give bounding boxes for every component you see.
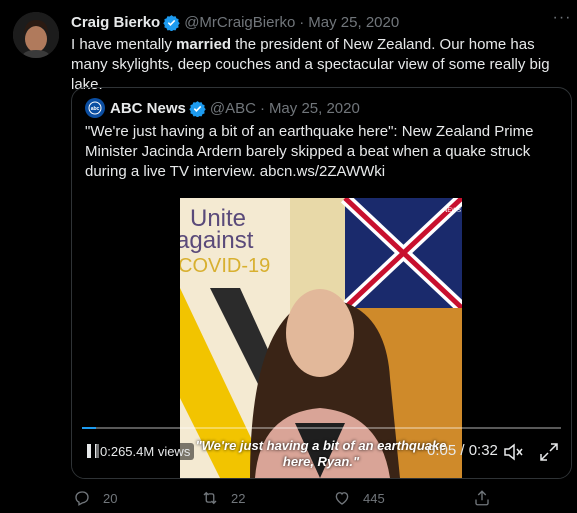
author-name[interactable]: Craig Bierko bbox=[71, 14, 160, 31]
retweet-button[interactable]: 22 bbox=[201, 487, 245, 509]
reply-icon bbox=[75, 491, 89, 506]
avatar[interactable] bbox=[13, 12, 59, 58]
tweet[interactable]: Craig Bierko @MrCraigBierko · May 25, 20… bbox=[0, 0, 577, 513]
like-count: 445 bbox=[363, 490, 385, 506]
view-count: 0:265.4M views bbox=[96, 443, 195, 460]
video-progress-bar[interactable] bbox=[82, 427, 561, 429]
like-button[interactable]: 445 bbox=[333, 487, 385, 509]
quote-author-name[interactable]: ABC News bbox=[110, 100, 186, 117]
quote-header: abc ABC News @ABC · May 25, 2020 bbox=[85, 98, 360, 118]
separator: · bbox=[259, 99, 265, 117]
author-handle[interactable]: @MrCraigBierko bbox=[184, 14, 295, 31]
quote-date[interactable]: May 25, 2020 bbox=[269, 100, 360, 117]
video-player[interactable]: Unite against COVID-19 NEWS "We're just … bbox=[72, 198, 571, 478]
fullscreen-icon[interactable] bbox=[538, 441, 560, 463]
more-icon[interactable]: ··· bbox=[552, 10, 572, 29]
video-time: 0:05 / 0:32 bbox=[427, 442, 498, 459]
tweet-text: I have mentally married the president of… bbox=[71, 36, 550, 93]
quote-text: "We're just having a bit of an earthquak… bbox=[85, 123, 534, 180]
verified-badge-icon bbox=[189, 100, 206, 117]
share-icon bbox=[475, 490, 489, 506]
tweet-actions: 20 22 445 bbox=[71, 487, 491, 509]
like-icon bbox=[335, 492, 349, 505]
sign-line-2: against bbox=[180, 227, 254, 254]
tweet-date[interactable]: May 25, 2020 bbox=[308, 14, 399, 31]
quote-author-handle[interactable]: @ABC bbox=[210, 100, 256, 117]
separator: · bbox=[299, 13, 305, 31]
abc-logo-icon: abc bbox=[85, 98, 105, 118]
retweet-icon bbox=[203, 491, 217, 505]
reply-button[interactable]: 20 bbox=[73, 487, 117, 509]
sign-line-3: COVID-19 bbox=[180, 255, 270, 277]
quoted-tweet[interactable]: abc ABC News @ABC · May 25, 2020 "We're … bbox=[71, 87, 572, 479]
share-button[interactable] bbox=[473, 487, 503, 509]
news-watermark: NEWS bbox=[443, 208, 461, 214]
retweet-count: 22 bbox=[231, 490, 246, 506]
mute-icon[interactable] bbox=[502, 441, 524, 463]
bold-word: married bbox=[176, 36, 232, 53]
video-progress-fill bbox=[82, 427, 97, 429]
tweet-header: Craig Bierko @MrCraigBierko · May 25, 20… bbox=[71, 12, 399, 32]
verified-badge-icon bbox=[163, 14, 180, 31]
reply-count: 20 bbox=[103, 490, 118, 506]
video-controls: 0:265.4M views 0:05 / 0:32 bbox=[72, 434, 571, 474]
svg-text:abc: abc bbox=[91, 106, 100, 112]
